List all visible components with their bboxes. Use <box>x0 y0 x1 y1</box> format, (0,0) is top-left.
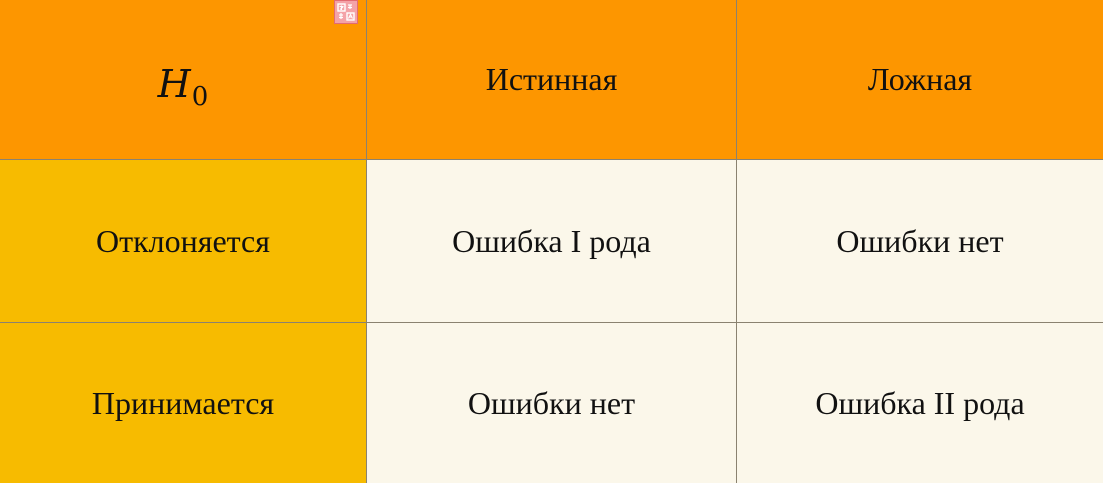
table-cell: Ошибки нет <box>737 160 1103 323</box>
h0-letter: H <box>157 61 191 106</box>
table-cell: Ошибки нет <box>367 323 737 483</box>
hypothesis-error-table: H0 Истинная Ложная Отклоняется Ошибка I … <box>0 0 1103 483</box>
corner-header-h0: H0 <box>0 0 367 160</box>
translate-icon[interactable] <box>334 0 358 24</box>
h0-symbol: H0 <box>158 48 209 112</box>
row-header-accepted: Принимается <box>0 323 367 483</box>
h0-subscript: 0 <box>191 81 209 112</box>
column-header-true: Истинная <box>367 0 737 160</box>
column-header-false: Ложная <box>737 0 1103 160</box>
table-cell: Ошибка II рода <box>737 323 1103 483</box>
row-header-rejected: Отклоняется <box>0 160 367 323</box>
table-cell: Ошибка I рода <box>367 160 737 323</box>
